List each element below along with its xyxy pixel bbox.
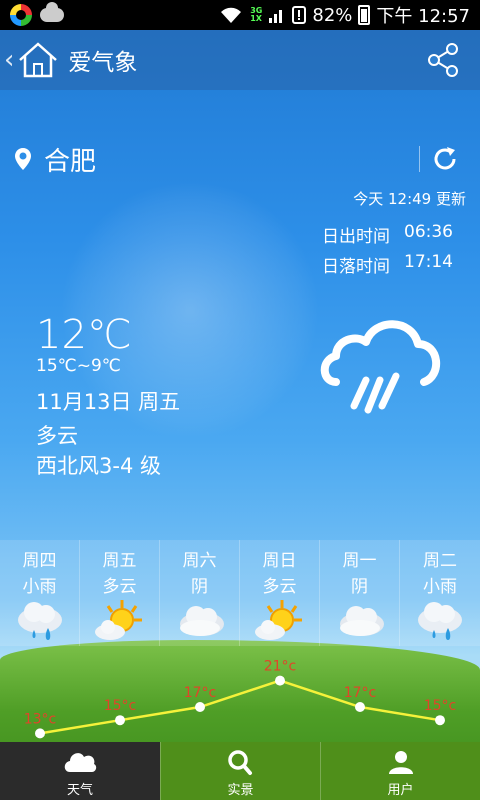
bottom-tab-bar: 天气 实景 用户 (0, 742, 480, 800)
sunrise-value: 06:36 (404, 222, 453, 242)
temperature-label: 15°c (424, 698, 457, 714)
city-name[interactable]: 合肥 (44, 141, 96, 178)
forecast-condition: 小雨 (423, 577, 457, 597)
sun-cloud-icon (95, 600, 142, 640)
forecast-day[interactable]: 周五 多云 (80, 540, 160, 646)
tab-scenery[interactable]: 实景 (160, 742, 320, 800)
forecast-condition: 多云 (262, 577, 297, 597)
search-icon (228, 750, 252, 775)
current-temperature: 12℃ (36, 312, 132, 358)
cloud-rain-icon (320, 320, 441, 414)
temperature-point (275, 675, 285, 686)
share-icon[interactable] (426, 43, 460, 77)
forecast-day[interactable]: 周六 阴 (160, 540, 240, 646)
forecast-day-label: 周四 (22, 551, 57, 571)
notification-app-icon (10, 4, 32, 26)
status-bar: 3G 1X 82% 下午 12:57 (0, 0, 480, 30)
forecast-day-label: 周六 (182, 551, 217, 571)
user-icon (389, 751, 413, 774)
sim-alert-icon (292, 6, 307, 24)
cloudy-icon (180, 606, 224, 636)
tab-label: 天气 (66, 783, 93, 798)
sunrise-label: 日出时间 (322, 227, 390, 247)
forecast-day-label: 周一 (342, 551, 377, 571)
temperature-label: 15°c (104, 698, 137, 714)
forecast-strip: 周四 小雨 周五 多云 周六 阴 周日 多云 周一 阴 周二 小雨 (0, 540, 480, 646)
temperature-chart: 13°c 15°c 17°c 21°c 17°c 15°c (24, 659, 457, 739)
forecast-day[interactable]: 周日 多云 (240, 540, 320, 646)
back-chevron-icon[interactable]: ‹ (4, 45, 14, 75)
temperature-label: 17°c (184, 685, 217, 701)
current-date: 11月13日 周五 (36, 390, 181, 414)
update-time: 今天 12:49 更新 (353, 190, 466, 208)
forecast-condition: 多云 (102, 577, 137, 597)
refresh-icon[interactable] (430, 144, 460, 174)
rain-icon (418, 602, 462, 640)
temperature-point (115, 715, 125, 726)
temperature-point (195, 702, 205, 712)
cloud-notification-icon (40, 2, 64, 22)
forecast-day-label: 周二 (423, 551, 457, 571)
sunset-row: 日落时间 17:14 (322, 252, 453, 277)
temperature-label: 21°c (264, 659, 297, 675)
cloud-icon (64, 753, 97, 772)
battery-percent: 82% (312, 4, 353, 26)
battery-icon (358, 5, 371, 25)
forecast-day-label: 周五 (102, 551, 137, 571)
tab-label: 用户 (387, 783, 414, 798)
temperature-point (35, 728, 45, 739)
temperature-range: 15℃~9℃ (36, 356, 121, 376)
cloudy-icon (340, 606, 384, 636)
tab-label: 实景 (227, 783, 254, 798)
forecast-day-label: 周日 (262, 551, 297, 571)
temperature-label: 17°c (344, 685, 377, 701)
sunset-label: 日落时间 (322, 257, 390, 277)
status-time: 下午 12:57 (376, 6, 470, 27)
tab-weather[interactable]: 天气 (0, 742, 160, 800)
forecast-day[interactable]: 周四 小雨 (0, 540, 80, 646)
forecast-day[interactable]: 周二 小雨 (400, 540, 480, 646)
location-row[interactable]: 合肥 (14, 140, 466, 178)
forecast-condition: 阴 (351, 577, 368, 597)
temperature-line (39, 679, 441, 735)
location-pin-icon (15, 148, 31, 170)
forecast-condition: 阴 (191, 577, 208, 597)
wind-info: 西北风3-4 级 (36, 454, 161, 478)
tab-user[interactable]: 用户 (320, 742, 480, 800)
app-title: 爱气象 (68, 50, 138, 76)
network-type: 3G 1X (250, 6, 263, 23)
temperature-label: 13°c (24, 711, 57, 727)
current-condition: 多云 (36, 424, 78, 448)
sunrise-row: 日出时间 06:36 (322, 222, 453, 247)
rain-icon (18, 602, 62, 640)
forecast-day[interactable]: 周一 阴 (320, 540, 400, 646)
signal-icon (269, 10, 283, 23)
sun-cloud-icon (255, 600, 302, 640)
divider (419, 146, 420, 172)
forecast-condition: 小雨 (22, 577, 57, 597)
title-bar: ‹ 爱气象 (0, 30, 480, 90)
wifi-icon (221, 7, 242, 23)
temperature-point (435, 715, 445, 726)
temperature-point (355, 702, 365, 712)
sunset-value: 17:14 (404, 252, 453, 272)
home-icon[interactable] (16, 40, 60, 80)
